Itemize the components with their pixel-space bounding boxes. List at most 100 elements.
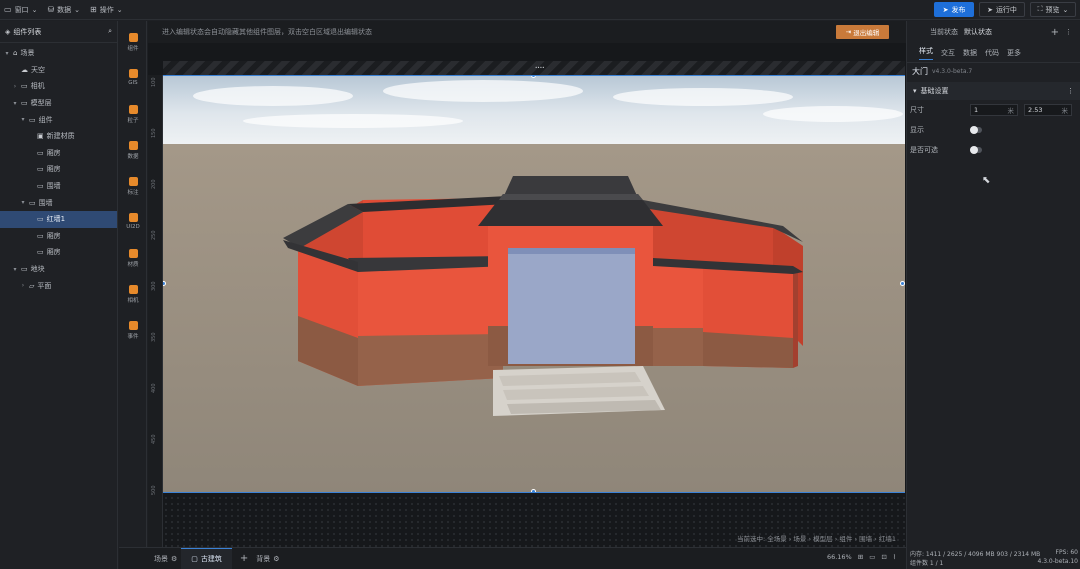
folder-icon: ▭ [21,265,28,274]
ruler-tick: 400 [151,383,157,393]
app-version: 4.3.0-beta.10 [1037,558,1078,565]
more-icon[interactable]: ⋮ [1067,87,1074,95]
settings-icon[interactable]: ⚙ [273,555,279,563]
3d-scene-canvas[interactable] [163,75,905,493]
caret-down-icon[interactable]: ▾ [20,116,26,123]
fit-icon[interactable]: ⊞ [858,553,863,561]
library-item[interactable]: 组件 [119,33,147,52]
library-item[interactable]: UI2D [119,213,147,230]
zoom-level[interactable]: 66.16% [827,553,852,561]
tree-item[interactable]: ▾ ⌂ 场景 [0,45,117,62]
search-icon[interactable]: ⌕ [108,27,112,36]
tree-item[interactable]: ▭ 红墙1 [0,210,117,228]
add-tab-button[interactable]: + [232,548,252,569]
tree-item[interactable]: ▾ ▭ 围墙 [0,194,117,211]
tree-item[interactable]: ▭ 厢房 [0,145,117,162]
live-button[interactable]: ➤ 运行中 [979,2,1025,17]
selection-handle[interactable] [900,281,905,286]
property-tab[interactable]: 更多 [1007,48,1021,58]
tree-item-label: 厢房 [46,231,61,240]
selectable-toggle[interactable] [970,146,982,154]
selection-handle[interactable] [531,489,536,492]
component-count: 组件数 1 / 1 [910,560,944,567]
ruler-icon[interactable]: ⊡ [881,553,886,561]
menu-data[interactable]: ⛁ 数据 ⌄ [47,5,80,15]
caret-right-icon[interactable]: › [20,282,26,289]
exit-edit-label: 退出编辑 [853,29,880,37]
size-width-input[interactable]: 1 米 [970,104,1018,116]
caret-down-icon[interactable]: ▾ [4,50,10,57]
size-width-unit: 米 [1007,107,1015,115]
tree-item[interactable]: › ▱ 平面 [0,277,117,294]
live-label: 运行中 [995,5,1017,14]
tree-title: 组件列表 [13,27,42,36]
exit-edit-button[interactable]: ⇥ 退出编辑 [836,25,889,39]
tree-item-label: 相机 [30,82,45,91]
library-item-label: GIS [128,80,138,86]
tree-item[interactable]: ▭ 围墙 [0,178,117,195]
property-tab[interactable]: 交互 [941,48,955,58]
size-height-input[interactable]: 2.53 米 [1024,104,1072,116]
menu-window[interactable]: ▭ 窗口 ⌄ [4,5,37,15]
tree-item[interactable]: ▭ 厢房 [0,244,117,261]
tree-item[interactable]: ☁ 天空 [0,62,117,79]
tree-item-label: 平面 [37,281,52,290]
selection-breadcrumb[interactable]: 当前选中: 全场景 › 场景 › 模型层 › 组件 › 围墙 › 红墙1 [737,533,896,543]
visible-toggle[interactable] [970,126,982,134]
size-height-unit: 米 [1061,107,1069,115]
tree-item[interactable]: ▣ 新建材质 [0,128,117,145]
grid-toggle-icon[interactable]: ▭ [869,553,875,561]
library-item[interactable]: 材质 [119,249,147,268]
tab-ancient-building[interactable]: ▢ 古建筑 [181,547,232,569]
tree-item[interactable]: ▭ 厢房 [0,228,117,245]
library-item-label: 粒子 [127,118,139,124]
section-basic[interactable]: ▾ 基础设置 ⋮ [907,82,1080,100]
preview-label: 预览 [1045,5,1060,14]
viewport: 进入编辑状态会自动隐藏其他组件图层，双击空白区域退出编辑状态 ⇥ 退出编辑 ••… [148,21,906,547]
library-item[interactable]: 数据 [119,141,147,160]
caret-down-icon[interactable]: ▾ [12,100,18,107]
more-icon[interactable]: ⋮ [1065,28,1072,36]
preview-button[interactable]: ⛶ 预览 ⌄ [1030,2,1076,17]
top-menu-bar: ▭ 窗口 ⌄ ⛁ 数据 ⌄ ⊞ 操作 ⌄ ➤ 发布 ➤ 运行中 ⛶ 预览 ⌄ [0,0,1080,20]
pin-icon[interactable]: ⌇ [893,553,896,561]
tree-item[interactable]: ▾ ▭ 地块 [0,261,117,278]
chevron-down-icon: ⌄ [31,5,38,14]
property-panel: 当前状态 默认状态 + ⋮ 样式 交互 数据 代码 更多 大门 v4.3.0-beta.… [906,21,1080,569]
tree-item-label: 模型层 [30,99,52,108]
library-item[interactable]: 相机 [119,285,147,304]
status-value[interactable]: 默认状态 [964,27,992,37]
status-footer: 内存: 1411 / 2625 / 4096 MB 903 / 2314 MB … [907,547,1080,569]
tab-scene[interactable]: 场景 ⚙ [119,548,181,569]
caret-down-icon[interactable]: ▾ [12,266,18,273]
tree-item[interactable]: › ▭ 相机 [0,78,117,95]
caret-right-icon[interactable]: › [12,83,18,90]
publish-button[interactable]: ➤ 发布 [934,2,974,17]
vertical-ruler: 100 150 200 250 300 350 400 450 500 [148,75,163,547]
property-tab[interactable]: 样式 [919,46,933,60]
menu-operate[interactable]: ⊞ 操作 ⌄ [90,5,123,15]
property-tab[interactable]: 代码 [985,48,999,58]
size-label: 尺寸 [910,106,924,114]
settings-icon[interactable]: ⚙ [171,555,177,563]
library-item[interactable]: GIS [119,69,147,86]
component-version: v4.3.0-beta.7 [932,68,973,75]
library-item-label: 标注 [127,190,139,196]
library-item[interactable]: 事件 [119,321,147,340]
canvas-marker: •••• [535,65,545,70]
visible-label: 显示 [910,126,924,134]
tree-item[interactable]: ▾ ▭ 模型层 [0,95,117,112]
property-tab[interactable]: 数据 [963,48,977,58]
caret-down-icon[interactable]: ▾ [20,199,26,206]
tab-background[interactable]: 背景 ⚙ [252,548,283,569]
temple-model[interactable] [163,76,905,493]
mouse-cursor-icon: ⬉ [982,175,991,186]
add-state-icon[interactable]: + [1051,27,1059,38]
library-item[interactable]: 粒子 [119,105,147,124]
library-item[interactable]: 标注 [119,177,147,196]
folder-icon: ▭ [37,231,44,240]
selectable-row: 是否可选 [907,140,1080,160]
tree-item[interactable]: ▾ ▭ 组件 [0,111,117,128]
tree-item[interactable]: ▭ 厢房 [0,161,117,178]
folder-icon: ⌂ [13,49,18,58]
